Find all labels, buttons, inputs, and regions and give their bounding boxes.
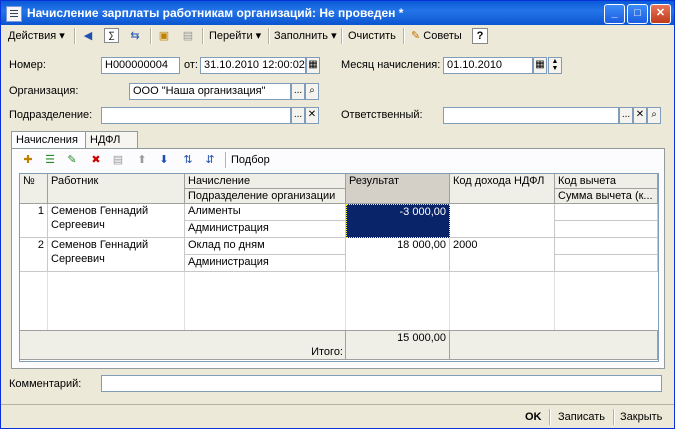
edit-icon[interactable]: ∑ (104, 28, 119, 43)
window-title: Начисление зарплаты работникам организац… (27, 6, 404, 20)
row2-accrual[interactable]: Оклад по дням (185, 238, 346, 255)
header-deduction-sum[interactable]: Сумма вычета (к... (555, 189, 658, 204)
total-label: Итого: (311, 346, 343, 358)
month-label: Месяц начисления: (341, 59, 441, 71)
department-field[interactable] (101, 107, 291, 124)
number-field[interactable]: Н000000004 (101, 57, 180, 74)
row1-deduction-code[interactable] (555, 204, 658, 221)
department-label: Подразделение: (9, 109, 93, 121)
maximize-button[interactable]: □ (627, 4, 648, 24)
responsible-clear-icon[interactable]: ✕ (633, 107, 647, 124)
tips-button[interactable]: ✎ Советы (408, 27, 465, 45)
actions-menu-button[interactable]: Действия ▾ (5, 27, 68, 45)
clear-button[interactable]: Очистить (345, 27, 399, 45)
month-calendar-icon[interactable]: ▦ (533, 57, 547, 74)
month-field[interactable]: 01.10.2010 (443, 57, 533, 74)
month-spin-button[interactable]: ▲ ▼ (548, 57, 562, 74)
goto-menu-button[interactable]: Перейти ▾ (206, 27, 264, 45)
total-value: 15 000,00 (346, 330, 450, 360)
row2-deduction-code[interactable] (555, 238, 658, 255)
unpost-document-icon: ▤ (182, 30, 194, 42)
add-row-icon[interactable]: ✚ (20, 152, 36, 168)
accruals-table: № Работник Начисление Подразделение орга… (19, 173, 659, 362)
row2-result[interactable]: 18 000,00 (346, 238, 450, 272)
header-deduction-code[interactable]: Код вычета (555, 174, 658, 189)
move-up-icon: ⬆ (137, 154, 147, 166)
row2-income-code[interactable]: 2000 (450, 238, 555, 272)
minimize-button[interactable]: _ (604, 4, 625, 24)
date-field[interactable]: 31.10.2010 12:00:02 (200, 57, 306, 74)
sort-desc-icon[interactable]: ⇵ (202, 152, 218, 168)
refresh-icon[interactable]: ⇆ (127, 28, 143, 44)
post-document-icon[interactable]: ▣ (156, 28, 172, 44)
department-clear-icon[interactable]: ✕ (305, 107, 319, 124)
row2-num[interactable]: 2 (20, 238, 48, 272)
save-button[interactable]: Записать (558, 409, 605, 425)
accruals-panel: ✚ ☰ ✎ ✖ ▤ ⬆ ⬇ ⇅ ⇵ Подбор № Работник Начи… (11, 148, 665, 369)
header-num[interactable]: № (20, 174, 48, 204)
tips-icon: ✎ (411, 30, 421, 42)
row2-department[interactable]: Администрация (185, 255, 346, 272)
selection-button[interactable]: Подбор (231, 154, 270, 166)
close-button[interactable]: Закрыть (620, 409, 662, 425)
edit-row-icon[interactable]: ✎ (64, 152, 80, 168)
document-window: Начисление зарплаты работникам организац… (0, 0, 675, 429)
delete-row-icon[interactable]: ✖ (88, 152, 104, 168)
toolbar: Действия ▾ ◀ ∑ ⇆ ▣ ▤ Перейти ▾ Заполнить… (3, 26, 672, 46)
number-label: Номер: (9, 59, 46, 71)
title-bar[interactable]: Начисление зарплаты работникам организац… (1, 1, 674, 25)
fill-menu-button[interactable]: Заполнить ▾ (271, 27, 340, 45)
ok-button[interactable]: OK (525, 409, 542, 425)
document-icon (6, 6, 22, 22)
sort-asc-icon[interactable]: ⇅ (180, 152, 196, 168)
responsible-select-button[interactable]: ... (619, 107, 633, 124)
footer-bar: OK Записать Закрыть (1, 404, 674, 429)
organization-select-button[interactable]: ... (291, 83, 305, 100)
row1-income-code[interactable] (450, 204, 555, 238)
copy-row-icon[interactable]: ☰ (42, 152, 58, 168)
move-down-icon[interactable]: ⬇ (156, 152, 172, 168)
header-department[interactable]: Подразделение организации (185, 189, 346, 204)
organization-open-icon[interactable]: ⌕ (305, 83, 319, 100)
date-label: от: (184, 59, 198, 71)
row2-deduction-sum[interactable] (555, 255, 658, 272)
row1-num[interactable]: 1 (20, 204, 48, 238)
responsible-label: Ответственный: (341, 109, 423, 121)
organization-label: Организация: (9, 85, 79, 97)
row1-deduction-sum[interactable] (555, 221, 658, 238)
department-select-button[interactable]: ... (291, 107, 305, 124)
organization-field[interactable]: ООО "Наша организация" (129, 83, 291, 100)
close-window-button[interactable]: ✕ (650, 4, 671, 24)
total-filler-right (450, 330, 658, 360)
row1-accrual[interactable]: Алименты (185, 204, 346, 221)
row2-employee[interactable]: Семенов Геннадий Сергеевич (48, 238, 185, 272)
header-accrual[interactable]: Начисление (185, 174, 346, 189)
comment-label: Комментарий: (9, 378, 82, 390)
comment-field[interactable] (101, 375, 662, 392)
calendar-icon[interactable]: ▦ (306, 57, 320, 74)
header-employee[interactable]: Работник (48, 174, 185, 204)
row1-result[interactable]: -3 000,00 (346, 204, 450, 238)
header-result[interactable]: Результат (346, 174, 450, 204)
responsible-open-icon[interactable]: ⌕ (647, 107, 661, 124)
header-income-code[interactable]: Код дохода НДФЛ (450, 174, 555, 204)
row1-employee[interactable]: Семенов Геннадий Сергеевич (48, 204, 185, 238)
tab-ndfl[interactable]: НДФЛ (85, 131, 138, 149)
responsible-field[interactable] (443, 107, 619, 124)
end-edit-icon: ▤ (112, 154, 124, 166)
back-arrow-icon[interactable]: ◀ (80, 28, 96, 44)
row1-department[interactable]: Администрация (185, 221, 346, 238)
help-icon[interactable]: ? (472, 28, 488, 44)
